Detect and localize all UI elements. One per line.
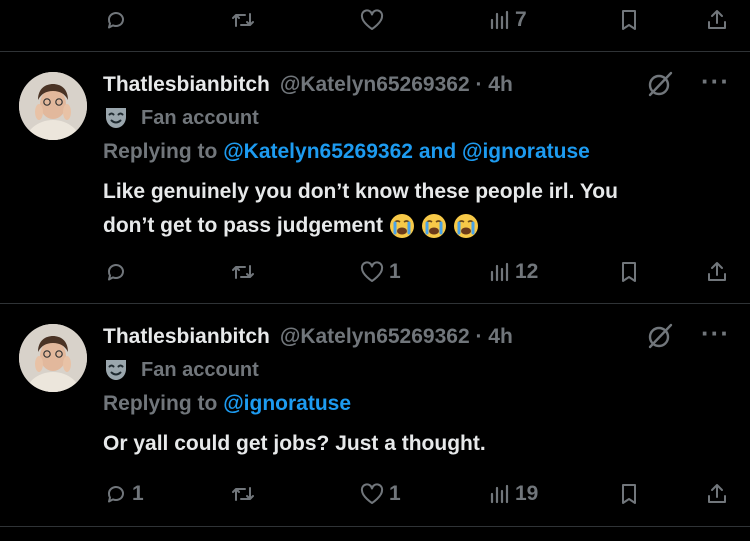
views-count: 12 [515,260,539,283]
account-label: Fan account [103,353,730,387]
tweet-text-line-2: don’t get to pass judgement [103,209,730,243]
avatar-image [19,72,87,140]
retweet-icon [232,13,254,27]
like-icon [360,9,384,30]
tweet-content: Thatlesbianbitch @Katelyn65269362 · 4h F… [103,69,730,243]
bookmark-button[interactable] [618,252,640,292]
retweet-button[interactable] [230,474,260,514]
like-icon [360,261,384,282]
views-button[interactable]: 12 [489,252,538,292]
replying-to: Replying to @ignoratuse [103,387,730,421]
mention-link[interactable]: @ignoratuse [223,392,351,416]
display-name[interactable]: Thatlesbianbitch [103,73,270,97]
like-button[interactable]: 1 [359,252,401,292]
retweet-icon [232,265,254,279]
retweet-button[interactable] [230,0,260,40]
reply-count: 1 [132,482,144,505]
tweet-text: Or yall could get jobs? Just a thought. [103,427,730,461]
avatar-image [19,324,87,392]
bookmark-icon [622,484,636,504]
tweet-header: Thatlesbianbitch @Katelyn65269362 · 4h [103,321,730,353]
loudly-crying-face-icon [422,214,447,239]
tweet-text-line: don’t get to pass judgement [103,214,384,237]
tweet-text: Like genuinely you don’t know these peop… [103,175,730,243]
more-icon[interactable]: ··· [701,318,730,349]
avatar[interactable] [19,324,87,392]
action-row: 1 1 19 [0,474,750,514]
account-label-text: Fan account [141,106,259,129]
loudly-crying-face-icon [390,214,415,239]
bookmark-icon [622,10,636,30]
loudly-crying-face-icon [454,214,479,239]
grok-icon[interactable] [646,322,674,350]
grok-icon[interactable] [646,70,674,98]
views-count: 19 [515,482,539,505]
share-icon [708,262,726,281]
handle-time[interactable]: @Katelyn65269362 · 4h [280,325,513,349]
emoji-group [383,214,479,239]
share-button[interactable] [705,474,729,514]
theater-mask-icon [106,360,126,380]
bookmark-button[interactable] [618,474,640,514]
handle-time[interactable]: @Katelyn65269362 · 4h [280,73,513,97]
reply-button[interactable]: 1 [104,474,144,514]
views-button[interactable]: 7 [489,0,527,40]
tweet-header: Thatlesbianbitch @Katelyn65269362 · 4h [103,69,730,101]
reply-icon [107,486,124,503]
views-button[interactable]: 19 [489,474,538,514]
account-label: Fan account [103,101,730,135]
tweet[interactable]: Thatlesbianbitch @Katelyn65269362 · 4h F… [0,52,750,303]
reply-button[interactable] [104,252,132,292]
retweet-button[interactable] [230,252,260,292]
theater-mask-icon [106,108,126,128]
divider [0,526,750,527]
reply-button[interactable] [104,0,132,40]
like-icon [360,483,384,504]
account-label-text: Fan account [141,358,259,381]
tweet-text-line: Like genuinely you don’t know these peop… [103,180,618,203]
tweet[interactable]: Thatlesbianbitch @Katelyn65269362 · 4h F… [0,304,750,541]
action-row: 1 12 [0,252,750,292]
views-icon [490,262,509,282]
bookmark-button[interactable] [618,0,640,40]
like-count: 1 [389,482,401,505]
tweet-content: Thatlesbianbitch @Katelyn65269362 · 4h F… [103,321,730,461]
display-name[interactable]: Thatlesbianbitch [103,325,270,349]
share-icon [708,10,726,29]
mention-link[interactable]: @ignoratuse [462,140,590,164]
retweet-icon [232,487,254,501]
like-button[interactable]: 1 [359,474,401,514]
like-button[interactable] [359,0,389,40]
views-count: 7 [515,8,527,31]
tweet-text-line: Or yall could get jobs? Just a thought. [103,432,486,455]
share-button[interactable] [705,252,729,292]
action-row-top: 7 [0,0,750,40]
more-icon[interactable]: ··· [701,66,730,97]
reply-icon [107,12,124,29]
replying-prefix: Replying to [103,140,218,163]
reply-icon [107,264,124,281]
like-count: 1 [389,260,401,283]
share-button[interactable] [705,0,729,40]
bookmark-icon [622,262,636,282]
avatar[interactable] [19,72,87,140]
views-icon [490,484,509,504]
share-icon [708,484,726,503]
replying-to: Replying to @Katelyn65269362 and @ignora… [103,135,730,169]
mention-link[interactable]: @Katelyn65269362 [223,140,413,164]
views-icon [490,10,509,30]
replying-joiner[interactable]: and [419,140,456,164]
replying-prefix: Replying to [103,392,218,415]
